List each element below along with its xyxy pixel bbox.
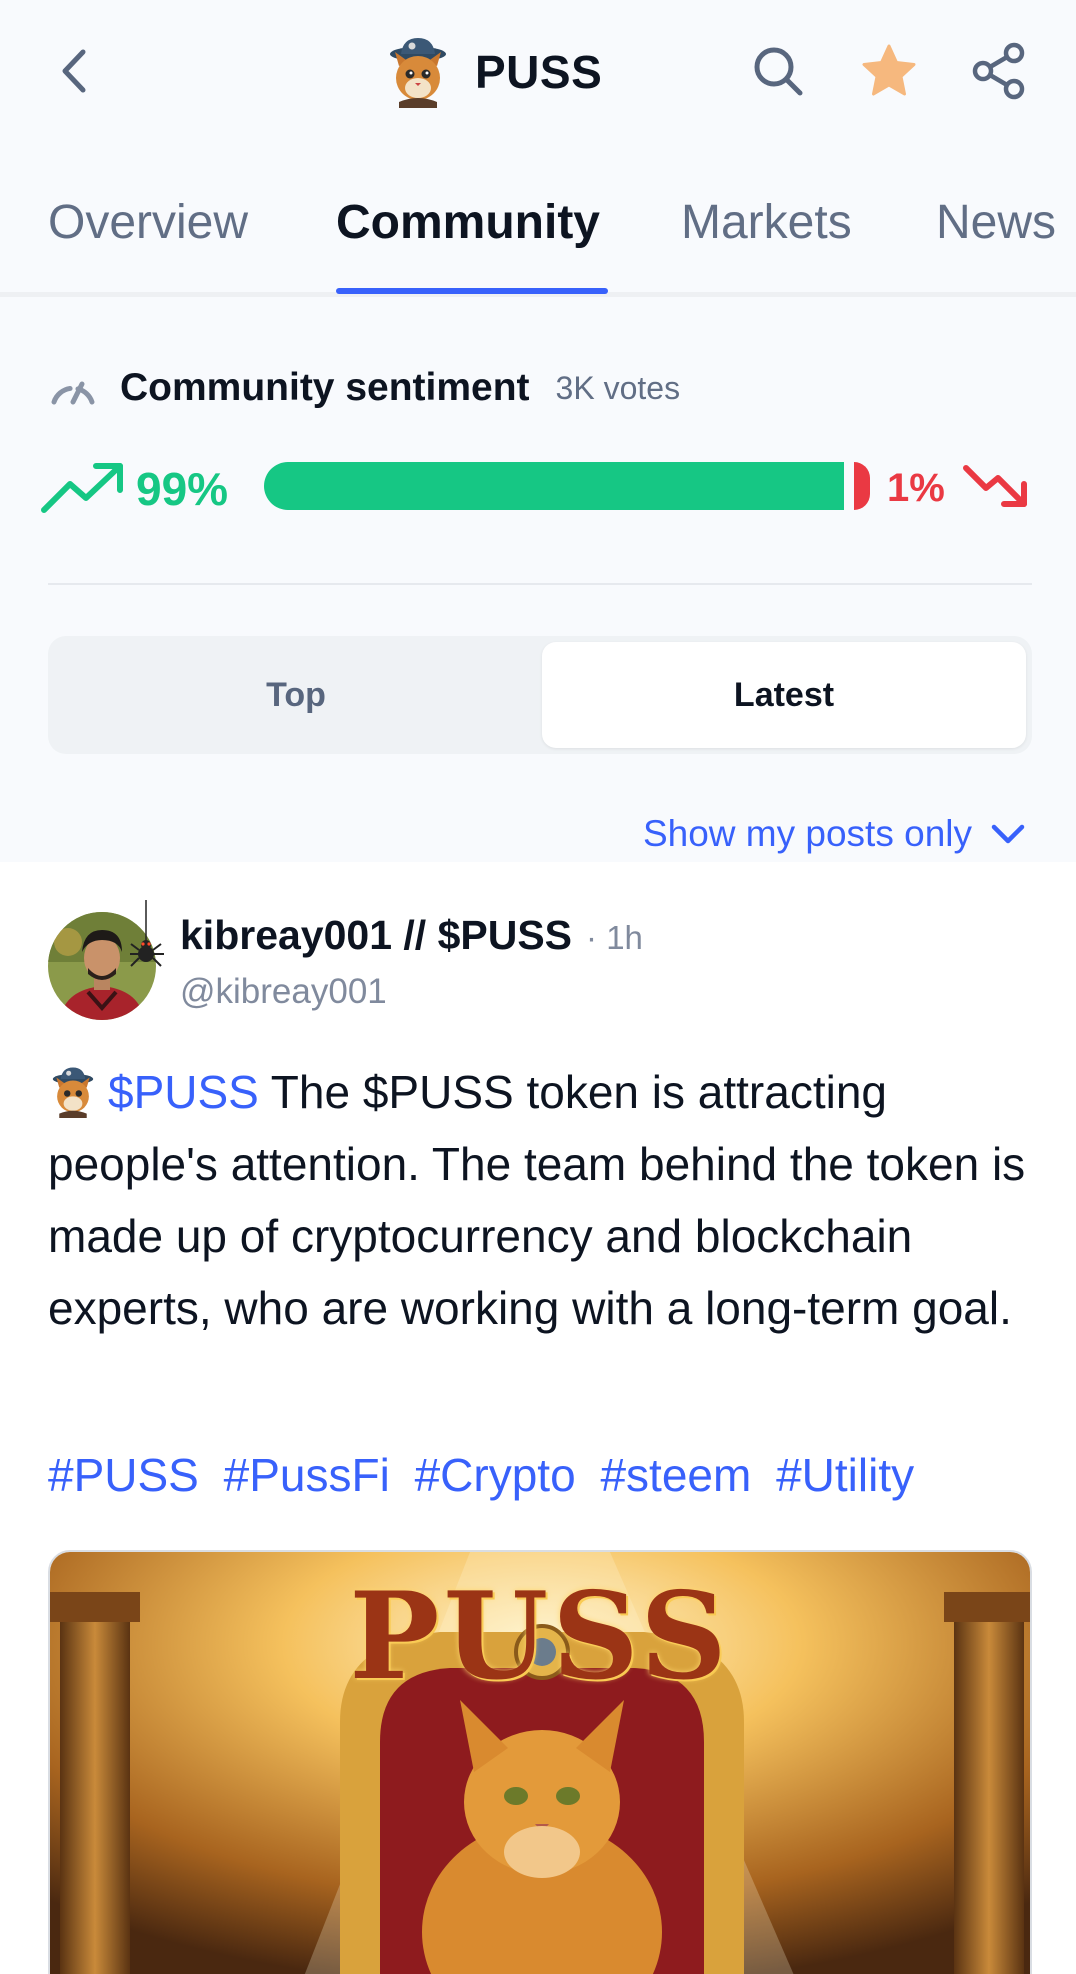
sort-top-button[interactable]: Top	[54, 642, 538, 748]
spider-icon	[130, 900, 164, 967]
search-icon	[754, 47, 803, 96]
post-author-line: kibreay001 // $PUSS · 1h	[180, 912, 643, 970]
watchlist-button[interactable]	[854, 36, 924, 106]
vote-count: 3K votes	[555, 369, 681, 406]
section-divider	[48, 583, 1032, 585]
show-my-posts-label: Show my posts only	[642, 813, 972, 854]
coin-logo	[390, 38, 446, 108]
search-button[interactable]	[743, 36, 813, 106]
bearish-percent: 1%	[887, 466, 945, 510]
bullish-bar	[264, 462, 844, 510]
share-icon	[972, 42, 1025, 100]
sentiment-bar	[264, 462, 870, 510]
post-timestamp: · 1h	[586, 919, 643, 956]
share-button[interactable]	[964, 36, 1034, 106]
hashtag-puss[interactable]: #PUSS	[48, 1449, 199, 1501]
tab-overview[interactable]: Overview	[48, 195, 248, 250]
bearish-bar	[854, 462, 870, 510]
tab-bar: Overview Community Markets News	[0, 185, 1076, 297]
sort-toggle: Top Latest	[48, 636, 1032, 754]
star-icon	[862, 44, 916, 96]
chevron-left-icon	[62, 49, 86, 93]
hashtag-list: #PUSS #PussFi #Crypto #steem #Utility	[48, 1448, 926, 1502]
tab-markets[interactable]: Markets	[681, 195, 852, 250]
tab-community[interactable]: Community	[336, 195, 600, 250]
active-tab-indicator	[336, 288, 608, 294]
gauge-icon	[51, 381, 95, 405]
back-button[interactable]	[40, 36, 110, 106]
top-section: PUSS Overview Community Markets News Com…	[0, 0, 1076, 862]
header: PUSS	[0, 0, 1076, 145]
hashtag-pussfi[interactable]: #PussFi	[224, 1449, 390, 1501]
hashtag-crypto[interactable]: #Crypto	[415, 1449, 576, 1501]
coin-title: PUSS	[385, 36, 602, 108]
post-image[interactable]: PUSS	[48, 1550, 1032, 1974]
sentiment-bar-row: 99% 1%	[40, 452, 1040, 524]
post-text: $PUSS The $PUSS token is attracting peop…	[48, 1056, 1038, 1344]
coin-logo-inline	[52, 1067, 94, 1118]
trending-down-icon	[963, 465, 1027, 507]
hashtag-steem[interactable]: #steem	[600, 1449, 751, 1501]
cashtag-link[interactable]: $PUSS	[108, 1066, 259, 1118]
coin-name: PUSS	[475, 46, 603, 98]
hashtag-utility[interactable]: #Utility	[776, 1449, 914, 1501]
bullish-percent: 99%	[136, 463, 229, 515]
tab-news[interactable]: News	[936, 195, 1056, 250]
image-logo-text: PUSS	[349, 1566, 731, 1707]
show-my-posts-dropdown[interactable]: Show my posts only	[643, 806, 1026, 862]
author-handle[interactable]: @kibreay001	[180, 972, 387, 1012]
chevron-down-icon	[991, 824, 1025, 844]
sort-latest-button[interactable]: Latest	[542, 642, 1026, 748]
sentiment-header: Community sentiment 3K votes	[48, 358, 680, 418]
sentiment-title: Community sentiment	[120, 366, 530, 409]
trending-up-icon	[41, 463, 123, 513]
author-name[interactable]: kibreay001 // $PUSS	[180, 912, 572, 959]
